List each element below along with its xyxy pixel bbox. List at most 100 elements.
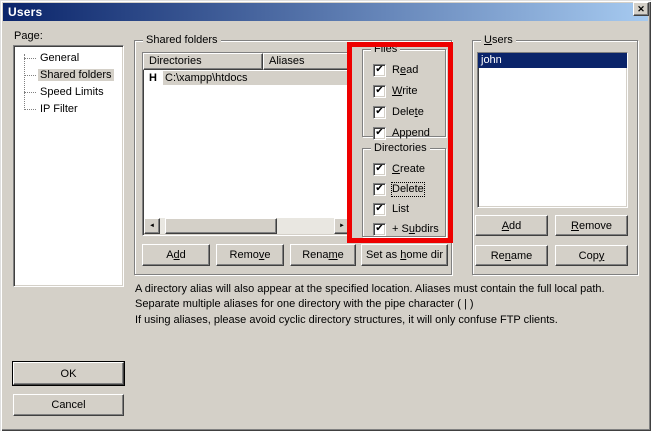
titlebar[interactable]: Users <box>3 3 648 21</box>
write-label: Write <box>392 85 417 98</box>
button-label: Rename <box>302 249 344 261</box>
label-mnemonic: m <box>329 249 338 261</box>
users-group-label: Users <box>481 34 516 47</box>
checkbox-row-list[interactable]: ✔ List <box>373 202 409 217</box>
label-pre: List <box>392 203 409 215</box>
page-tree: General Shared folders Speed Limits IP F… <box>13 45 124 287</box>
close-icon: ✕ <box>637 5 645 14</box>
label-pre: + S <box>392 223 409 235</box>
column-header-aliases[interactable]: Aliases <box>263 53 351 70</box>
label-pre: Cop <box>579 250 599 262</box>
alias-description-text: A directory alias will also appear at th… <box>135 282 643 311</box>
directory-row[interactable]: H C:\xampp\htdocs <box>143 70 351 86</box>
user-item-john[interactable]: john <box>478 53 627 68</box>
write-checkbox[interactable]: ✔ <box>373 85 386 98</box>
directory-path: C:\xampp\htdocs <box>163 71 351 85</box>
label-post: dd <box>509 220 521 232</box>
list-header: Directories Aliases <box>143 53 351 70</box>
label-post: reate <box>400 163 425 175</box>
files-permissions-group: Files ✔ Read ✔ Write ✔ Delete ✔ Append <box>362 49 446 137</box>
read-checkbox[interactable]: ✔ <box>373 64 386 77</box>
button-label: Remove <box>230 249 271 261</box>
close-button[interactable]: ✕ <box>633 2 649 16</box>
label-post: ome dir <box>406 249 443 261</box>
tree-item-general[interactable]: General <box>14 50 123 67</box>
button-label: Add <box>166 249 186 261</box>
folder-rename-button[interactable]: Rename <box>290 244 356 266</box>
label-pre: Set as <box>366 249 400 261</box>
tree-item-shared-folders[interactable]: Shared folders <box>14 67 123 84</box>
label-mnemonic: A <box>502 220 509 232</box>
checkbox-row-subdirs[interactable]: ✔ + Subdirs <box>373 222 439 237</box>
label-pre: Re <box>491 250 505 262</box>
check-icon: ✔ <box>375 107 383 117</box>
checkbox-row-dir-delete[interactable]: ✔ Delete <box>373 182 424 197</box>
button-label: Rename <box>491 250 533 262</box>
checkbox-row-append[interactable]: ✔ Append <box>373 126 430 141</box>
label-post: sers <box>492 34 513 46</box>
tree-item-speed-limits[interactable]: Speed Limits <box>14 84 123 101</box>
label-mnemonic: C <box>392 163 400 175</box>
cancel-button[interactable]: Cancel <box>13 394 124 416</box>
label-post: emove <box>579 220 612 232</box>
label-post: rite <box>402 85 417 97</box>
label-mnemonic: y <box>599 250 605 262</box>
arrow-right-icon: ► <box>339 223 345 229</box>
folder-remove-button[interactable]: Remove <box>216 244 284 266</box>
home-dir-marker: H <box>143 72 163 84</box>
column-header-directories[interactable]: Directories <box>143 53 263 70</box>
checkbox-row-create[interactable]: ✔ Create <box>373 162 425 177</box>
label-pre: Remo <box>230 249 259 261</box>
user-rename-button[interactable]: Rename <box>475 245 548 266</box>
label-post: e <box>264 249 270 261</box>
check-icon: ✔ <box>375 65 383 75</box>
checkbox-row-write[interactable]: ✔ Write <box>373 84 417 99</box>
user-remove-button[interactable]: Remove <box>555 215 628 236</box>
file-delete-checkbox[interactable]: ✔ <box>373 106 386 119</box>
tree-item-label-selected: Shared folders <box>38 69 114 81</box>
create-label: Create <box>392 163 425 176</box>
files-group-label: Files <box>371 43 400 56</box>
button-label: Set as home dir <box>366 249 443 261</box>
window-title: Users <box>8 5 42 19</box>
horizontal-scrollbar[interactable]: ◄ ► <box>144 218 350 234</box>
set-as-home-dir-button[interactable]: Set as home dir <box>361 244 448 266</box>
directories-group-label: Directories <box>371 142 430 155</box>
scroll-left-button[interactable]: ◄ <box>144 218 160 234</box>
label-post: e <box>338 249 344 261</box>
check-icon: ✔ <box>375 164 383 174</box>
read-label: Read <box>392 64 418 77</box>
shared-folders-group-label: Shared folders <box>143 34 221 47</box>
arrow-left-icon: ◄ <box>149 223 155 229</box>
label-post: bdirs <box>415 223 439 235</box>
subdirs-checkbox[interactable]: ✔ <box>373 223 386 236</box>
label-post: d <box>180 249 186 261</box>
checkbox-row-read[interactable]: ✔ Read <box>373 63 418 78</box>
list-checkbox[interactable]: ✔ <box>373 203 386 216</box>
checkbox-row-file-delete[interactable]: ✔ Delete <box>373 105 424 120</box>
button-label: Add <box>502 220 522 232</box>
directories-permissions-group: Directories ✔ Create ✔ Delete ✔ List ✔ +… <box>362 148 446 237</box>
label-mnemonic: R <box>571 220 579 232</box>
dir-delete-checkbox[interactable]: ✔ <box>373 183 386 196</box>
tree-item-label: IP Filter <box>38 103 80 115</box>
ok-button[interactable]: OK <box>13 362 124 385</box>
cyclic-warning-text: If using aliases, please avoid cyclic di… <box>135 313 643 328</box>
append-checkbox[interactable]: ✔ <box>373 127 386 140</box>
check-icon: ✔ <box>375 224 383 234</box>
tree-item-ip-filter[interactable]: IP Filter <box>14 101 123 118</box>
scroll-right-button[interactable]: ► <box>334 218 350 234</box>
button-label: Copy <box>579 250 605 262</box>
folder-add-button[interactable]: Add <box>142 244 210 266</box>
label-post: e <box>418 106 424 118</box>
list-label: List <box>392 203 409 216</box>
create-checkbox[interactable]: ✔ <box>373 163 386 176</box>
user-copy-button[interactable]: Copy <box>555 245 628 266</box>
label-mnemonic: W <box>392 85 402 97</box>
users-dialog: Users ✕ Page: General Shared folders Spe… <box>0 0 651 431</box>
scrollbar-thumb[interactable] <box>165 218 277 234</box>
check-icon: ✔ <box>375 184 383 194</box>
append-label: Append <box>392 127 430 140</box>
user-add-button[interactable]: Add <box>475 215 548 236</box>
label-pre: Dele <box>392 106 415 118</box>
